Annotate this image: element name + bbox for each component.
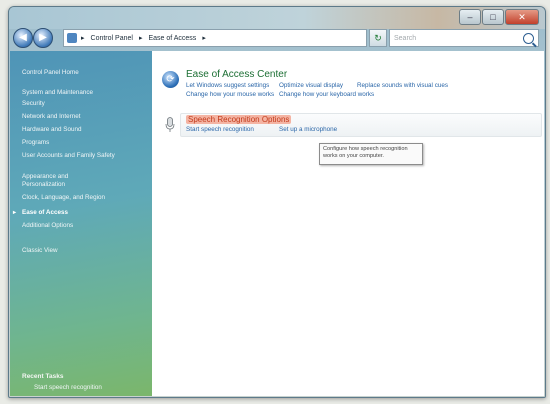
minimize-button[interactable]: – (459, 9, 481, 25)
tooltip: Configure how speech recognition works o… (319, 143, 423, 165)
breadcrumb-ease-of-access[interactable]: Ease of Access (148, 35, 196, 42)
maximize-button[interactable]: □ (482, 9, 504, 25)
sidebar-item-hardware-and-sound[interactable]: Hardware and Sound (22, 126, 142, 134)
link-change-mouse[interactable]: Change how your mouse works (186, 91, 274, 98)
sidebar-item-appearance[interactable]: Appearance and Personalization (22, 173, 92, 189)
back-arrow-icon[interactable]: ◀ (13, 28, 33, 48)
sidebar-item-network-and-internet[interactable]: Network and Internet (22, 113, 142, 121)
sidebar-item-additional-options[interactable]: Additional Options (22, 222, 142, 230)
current-category-arrow-icon: ▸ (13, 210, 17, 216)
sidebar: Control Panel Home System and Maintenanc… (10, 51, 152, 396)
forward-arrow-icon[interactable]: ▶ (33, 28, 53, 48)
navigation-bar: ◀ ▶ ▸ Control Panel ▸ Ease of Access ▸ ↻… (13, 27, 541, 49)
link-change-keyboard[interactable]: Change how your keyboard works (279, 91, 374, 98)
address-bar[interactable]: ▸ Control Panel ▸ Ease of Access ▸ (63, 29, 367, 47)
title-bar[interactable]: – □ ✕ (9, 7, 545, 29)
link-set-up-microphone[interactable]: Set up a microphone (279, 126, 337, 133)
search-icon[interactable] (523, 32, 534, 44)
search-input[interactable]: Search (390, 35, 523, 42)
link-optimize-visual-display[interactable]: Optimize visual display (279, 82, 343, 89)
microphone-icon[interactable] (165, 117, 175, 133)
sidebar-item-clock-language-region[interactable]: Clock, Language, and Region (22, 194, 142, 202)
sidebar-item-security[interactable]: Security (22, 100, 142, 108)
section-title-speech-recognition-options[interactable]: Speech Recognition Options (186, 115, 292, 124)
breadcrumb-control-panel[interactable]: Control Panel (91, 35, 133, 42)
breadcrumb-separator: ▸ (202, 35, 206, 42)
breadcrumb-separator: ▸ (138, 35, 143, 42)
sidebar-item-control-panel-home[interactable]: Control Panel Home (22, 69, 142, 77)
control-panel-window: – □ ✕ ◀ ▶ ▸ Control Panel ▸ Ease of Acce… (8, 6, 546, 398)
link-replace-sounds-with-visual-cues[interactable]: Replace sounds with visual cues (357, 82, 448, 89)
search-box[interactable]: Search (389, 29, 539, 47)
recent-task-link[interactable]: Start speech recognition (34, 384, 154, 392)
link-start-speech-recognition[interactable]: Start speech recognition (186, 126, 254, 133)
sidebar-item-user-accounts[interactable]: User Accounts and Family Safety (22, 152, 118, 160)
window-controls: – □ ✕ (459, 9, 539, 25)
sidebar-item-system-and-maintenance[interactable]: System and Maintenance (22, 89, 142, 97)
link-let-windows-suggest-settings[interactable]: Let Windows suggest settings (186, 82, 269, 89)
close-button[interactable]: ✕ (505, 9, 539, 25)
section-title-ease-of-access-center[interactable]: Ease of Access Center (186, 69, 287, 80)
ease-of-access-icon[interactable]: ⟳ (162, 71, 179, 88)
sidebar-item-programs[interactable]: Programs (22, 139, 142, 147)
control-panel-icon (67, 33, 77, 43)
main-content: ⟳ Ease of Access Center Let Windows sugg… (152, 51, 544, 396)
refresh-icon[interactable]: ↻ (369, 29, 387, 47)
sidebar-item-label: Ease of Access (22, 209, 68, 216)
breadcrumb-separator: ▸ (81, 35, 85, 42)
recent-tasks-heading: Recent Tasks (22, 373, 64, 380)
sidebar-item-classic-view[interactable]: Classic View (22, 247, 142, 255)
sidebar-item-ease-of-access[interactable]: ▸ Ease of Access (13, 209, 142, 217)
